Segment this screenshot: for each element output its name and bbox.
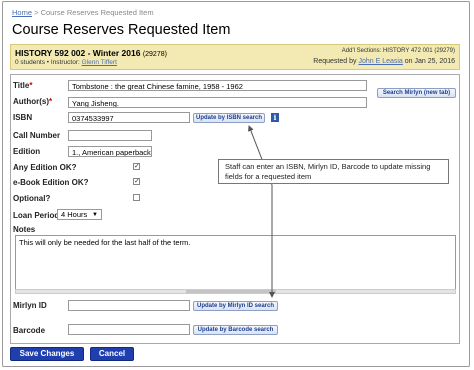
annotation-callout: Staff can enter an ISBN, Mirlyn ID, Barc… — [218, 159, 449, 184]
requested-by: Requested by John E Leasia on Jan 25, 20… — [313, 58, 455, 65]
additional-sections: Add'l Sections: HISTORY 472 001 (29279) — [341, 48, 455, 54]
breadcrumb-home-link[interactable]: Home — [12, 8, 32, 17]
requester-link[interactable]: John E Leasia — [358, 58, 402, 65]
request-form: Title* Tombstone : the great Chinese fam… — [10, 74, 460, 344]
instructor-link[interactable]: Glenn Tiffert — [82, 59, 117, 66]
course-title: HISTORY 592 002 - Winter 2016 (29278) — [15, 48, 167, 58]
breadcrumb-separator: > — [34, 8, 39, 17]
requested-by-label: Requested by — [313, 58, 357, 65]
cancel-button[interactable]: Cancel — [90, 347, 134, 361]
course-id: (29278) — [142, 51, 167, 58]
student-count: 0 students — [15, 59, 45, 66]
page-title: Course Reserves Requested Item — [12, 22, 231, 38]
callout-arrow-icon — [248, 125, 275, 298]
page-frame: Home > Course Reserves Requested Item Co… — [2, 1, 470, 367]
save-changes-button[interactable]: Save Changes — [10, 347, 84, 361]
course-name: HISTORY 592 002 - Winter 2016 — [15, 48, 141, 58]
breadcrumb: Home > Course Reserves Requested Item — [12, 8, 154, 17]
course-info-band: HISTORY 592 002 - Winter 2016 (29278) 0 … — [10, 44, 460, 70]
breadcrumb-current: Course Reserves Requested Item — [40, 8, 154, 17]
instructor-label: Instructor: — [50, 59, 80, 66]
course-subline: 0 students • Instructor: Glenn Tiffert — [15, 59, 117, 66]
requested-date: on Jan 25, 2016 — [404, 58, 455, 65]
